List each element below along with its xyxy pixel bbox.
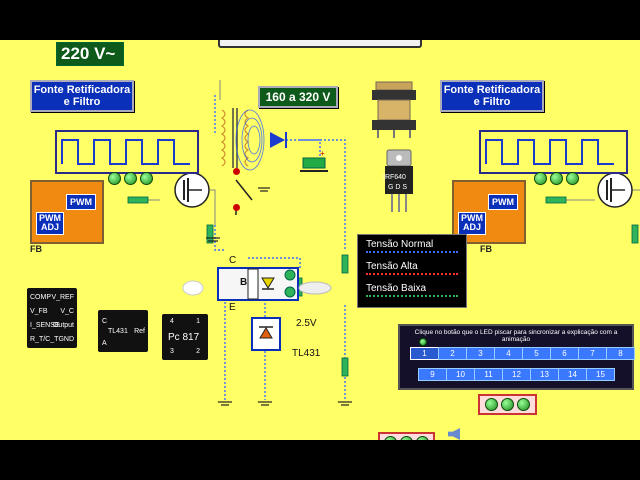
pin-rtct: R_T/C_T <box>30 336 59 343</box>
step-button-8[interactable]: 8 <box>606 347 635 360</box>
switch-contact-top <box>233 168 240 175</box>
step-button-15[interactable]: 15 <box>586 368 615 381</box>
sync-hint: Clique no botão que o LED piscar para si… <box>414 329 618 343</box>
right-pwm-label: PWM <box>488 194 518 210</box>
step-button-4[interactable]: 4 <box>494 347 523 360</box>
zener-name-label: TL431 <box>292 348 321 359</box>
pin-gnd: GND <box>58 336 74 343</box>
pin-comp: COMP <box>30 294 51 301</box>
right-waveform-scope <box>479 130 628 174</box>
step-button-9[interactable]: 9 <box>418 368 447 381</box>
left-rectifier-label: Fonte Retificadora e Filtro <box>30 80 134 112</box>
left-fb-label: FB <box>30 244 42 254</box>
step-button-3[interactable]: 3 <box>466 347 495 360</box>
input-voltage: 220 V~ <box>61 44 116 63</box>
right-fb-label: FB <box>480 244 492 254</box>
legend-baixa: Tensão Baixa <box>366 283 427 294</box>
pin-output: Output <box>52 322 74 329</box>
step-button-2[interactable]: 2 <box>438 347 467 360</box>
next-button[interactable] <box>517 398 530 411</box>
voltage-legend: Tensão Normal Tensão Alta Tensão Baixa <box>357 234 467 308</box>
left-pwm-label: PWM <box>66 194 96 210</box>
play-button[interactable] <box>501 398 514 411</box>
tl431-ref: Ref <box>134 328 145 335</box>
left-scope-controls <box>108 172 153 185</box>
pwm-controller-ic[interactable]: COMP V_REF V_FB V_C I_SENSE Output R_T/C… <box>27 288 77 348</box>
right-scope-controls <box>534 172 579 185</box>
legend-alta-line <box>366 273 458 275</box>
pc817-name: Pc 817 <box>168 332 200 343</box>
pc817-ic[interactable]: 4 1 Pc 817 3 2 <box>162 314 208 360</box>
zener-voltage-label: 2.5V <box>296 318 317 329</box>
pin-vc: V_C <box>60 308 74 315</box>
step-button[interactable] <box>140 172 153 185</box>
pc817-pin2: 2 <box>196 348 200 355</box>
step-panel: Clique no botão que o LED piscar para si… <box>398 324 635 390</box>
play-button[interactable] <box>108 172 121 185</box>
pin-vfb: V_FB <box>30 308 48 315</box>
pin-vref: V_REF <box>51 294 74 301</box>
switch-contact-bottom[interactable] <box>233 204 240 211</box>
step-button-6[interactable]: 6 <box>550 347 579 360</box>
legend-normal-line <box>366 251 458 253</box>
prev-button[interactable] <box>384 436 397 440</box>
right-pwm-adj-label[interactable]: PWM ADJ <box>458 212 486 235</box>
tl431-ic[interactable]: C TL431 Ref A <box>98 310 148 352</box>
left-waveform-scope <box>55 130 199 174</box>
pause-button[interactable] <box>124 172 137 185</box>
tl431-name: TL431 <box>108 328 128 335</box>
tl431-c: C <box>102 318 108 325</box>
step-button-12[interactable]: 12 <box>502 368 531 381</box>
prev-button[interactable] <box>485 398 498 411</box>
tl431-a: A <box>102 340 107 347</box>
step-button-11[interactable]: 11 <box>474 368 503 381</box>
step-button-13[interactable]: 13 <box>530 368 559 381</box>
opto-c-label: C <box>229 255 237 266</box>
simulation-canvas: + 220 V~ Fonte Retificadora e Filtro Fon… <box>0 40 640 440</box>
step-button-10[interactable]: 10 <box>446 368 475 381</box>
opto-e-label: E <box>229 302 236 313</box>
play-button[interactable] <box>400 436 413 440</box>
step-button-5[interactable]: 5 <box>522 347 551 360</box>
irf640-label: IRF640 <box>383 174 406 181</box>
irf640-pins: G D S <box>388 184 408 191</box>
pc817-pin4: 4 <box>170 318 174 325</box>
next-button[interactable] <box>416 436 429 440</box>
step-button-1[interactable]: 1 <box>410 347 439 360</box>
pc817-pin1: 1 <box>196 318 200 325</box>
left-pwm-adj-label[interactable]: PWM ADJ <box>36 212 64 235</box>
legend-normal: Tensão Normal <box>366 239 434 250</box>
opto-b-label: B <box>240 277 248 288</box>
legend-alta: Tensão Alta <box>366 261 418 272</box>
step-button-7[interactable]: 7 <box>578 347 607 360</box>
bottom-controls <box>378 432 435 440</box>
step-button-14[interactable]: 14 <box>558 368 587 381</box>
step-button[interactable] <box>566 172 579 185</box>
sync-led <box>419 338 427 346</box>
play-button[interactable] <box>534 172 547 185</box>
pc817-pin3: 3 <box>170 348 174 355</box>
svg-text:+: + <box>320 149 325 158</box>
input-voltage-display: 220 V~ <box>56 42 124 66</box>
step-nav-controls <box>478 394 537 415</box>
pause-button[interactable] <box>550 172 563 185</box>
output-range-label: 160 a 320 V <box>258 86 338 108</box>
right-rectifier-label: Fonte Retificadora e Filtro <box>440 80 544 112</box>
legend-baixa-line <box>366 295 458 297</box>
